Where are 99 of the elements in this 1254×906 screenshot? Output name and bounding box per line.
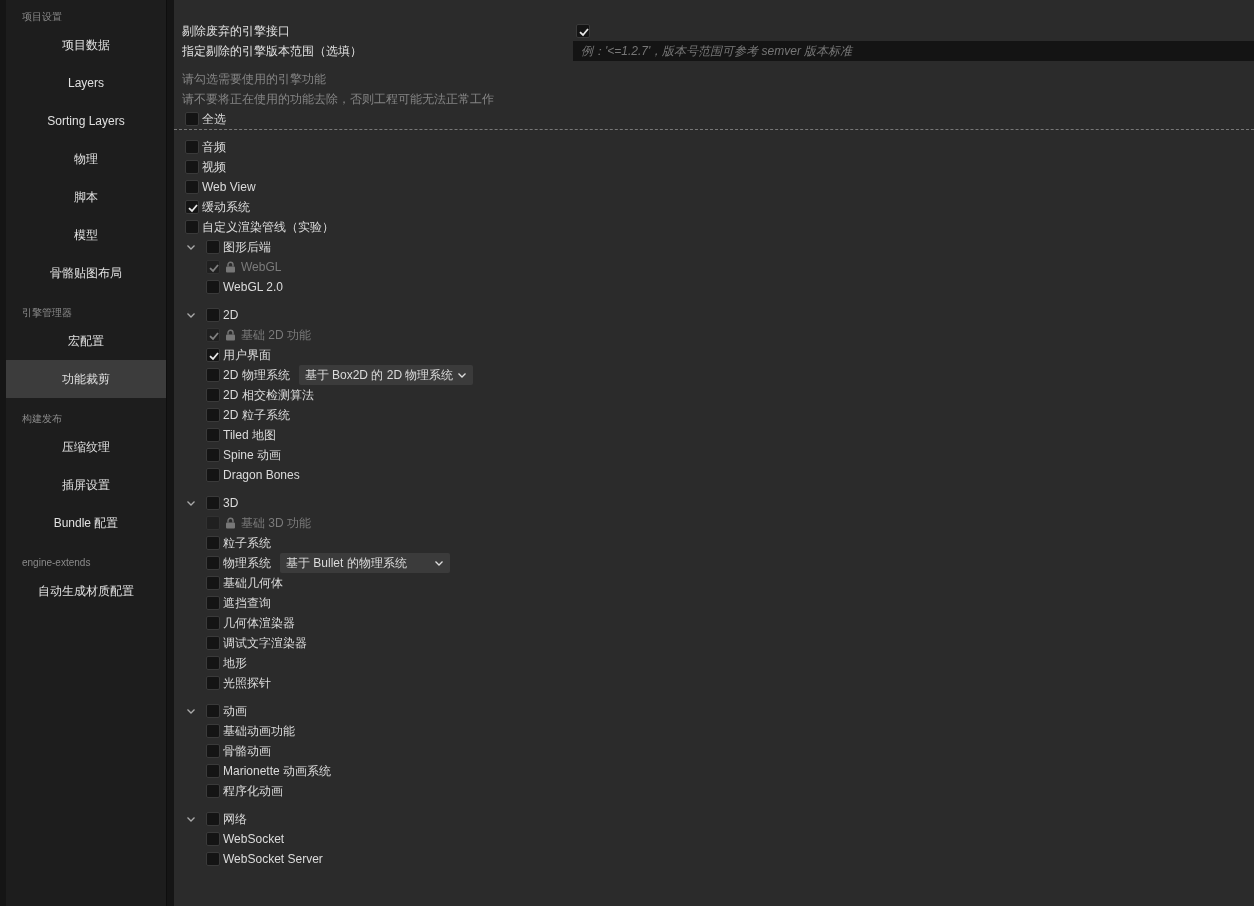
checkbox[interactable] bbox=[576, 24, 590, 38]
sidebar-item[interactable]: Bundle 配置 bbox=[6, 504, 166, 542]
checkbox[interactable] bbox=[206, 388, 220, 402]
sidebar-item[interactable]: 项目数据 bbox=[6, 26, 166, 64]
checkbox[interactable] bbox=[206, 308, 220, 322]
checkbox[interactable] bbox=[206, 428, 220, 442]
feature-label: 基础几何体 bbox=[223, 574, 283, 592]
feature-label: WebSocket bbox=[223, 832, 285, 846]
group-label: 图形后端 bbox=[223, 238, 271, 256]
checkbox[interactable] bbox=[206, 576, 220, 590]
lock-icon bbox=[225, 261, 236, 273]
feature-label: 用户界面 bbox=[223, 346, 271, 364]
sidebar-item[interactable]: 功能裁剪 bbox=[6, 360, 166, 398]
feature-label: 视频 bbox=[202, 158, 226, 176]
feature-label: Marionette 动画系统 bbox=[223, 762, 332, 780]
hint-text: 请不要将正在使用的功能去除，否则工程可能无法正常工作 bbox=[182, 92, 494, 106]
group-label: 3D bbox=[223, 496, 239, 510]
sidebar-item[interactable]: 插屏设置 bbox=[6, 466, 166, 504]
checkbox[interactable] bbox=[206, 368, 220, 382]
feature-label: 音频 bbox=[202, 138, 226, 156]
feature-label: 遮挡查询 bbox=[223, 594, 271, 612]
feature-label: 骨骼动画 bbox=[223, 742, 271, 760]
checkbox[interactable] bbox=[206, 616, 220, 630]
feature-label: 自定义渲染管线（实验） bbox=[202, 218, 334, 236]
checkbox[interactable] bbox=[206, 448, 220, 462]
dropdown[interactable]: 基于 Box2D 的 2D 物理系统 bbox=[298, 365, 474, 385]
group-label: 动画 bbox=[223, 702, 247, 720]
checkbox[interactable] bbox=[206, 408, 220, 422]
sidebar-item[interactable]: Sorting Layers bbox=[6, 102, 166, 140]
checkbox[interactable] bbox=[206, 536, 220, 550]
feature-label: 地形 bbox=[223, 654, 247, 672]
sidebar-item[interactable]: 压缩纹理 bbox=[6, 428, 166, 466]
feature-label: 基础 3D 功能 bbox=[241, 514, 311, 532]
section-header: 项目设置 bbox=[22, 10, 62, 24]
feature-label: 2D 粒子系统 bbox=[223, 406, 290, 424]
chevron-icon bbox=[434, 558, 444, 568]
hint-text: 请勾选需要使用的引擎功能 bbox=[182, 72, 326, 86]
feature-label: 光照探针 bbox=[223, 674, 271, 692]
checkbox[interactable] bbox=[206, 744, 220, 758]
feature-label: WebGL bbox=[241, 260, 282, 274]
checkbox[interactable] bbox=[206, 784, 220, 798]
feature-label: 基础动画功能 bbox=[223, 722, 295, 740]
sidebar-item[interactable]: 宏配置 bbox=[6, 322, 166, 360]
feature-label: 调试文字渲染器 bbox=[223, 634, 307, 652]
feature-label: 程序化动画 bbox=[223, 782, 283, 800]
lock-icon bbox=[225, 517, 236, 529]
checkbox[interactable] bbox=[206, 852, 220, 866]
checkbox[interactable] bbox=[206, 676, 220, 690]
checkbox[interactable] bbox=[206, 596, 220, 610]
feature-label: 缓动系统 bbox=[202, 198, 250, 216]
checkbox[interactable] bbox=[185, 112, 199, 126]
select-all-label: 全选 bbox=[202, 110, 226, 128]
checkbox[interactable] bbox=[206, 496, 220, 510]
feature-label: WebGL 2.0 bbox=[223, 280, 284, 294]
checkbox[interactable] bbox=[206, 724, 220, 738]
feature-label: 2D 相交检测算法 bbox=[223, 386, 314, 404]
checkbox[interactable] bbox=[206, 240, 220, 254]
checkbox[interactable] bbox=[206, 656, 220, 670]
checkbox[interactable] bbox=[206, 704, 220, 718]
sidebar-item[interactable]: Layers bbox=[6, 64, 166, 102]
chevron-icon bbox=[457, 370, 468, 380]
checkbox[interactable] bbox=[206, 812, 220, 826]
checkbox[interactable] bbox=[206, 764, 220, 778]
sidebar-item[interactable]: 脚本 bbox=[6, 178, 166, 216]
checkbox[interactable] bbox=[185, 140, 199, 154]
checkbox[interactable] bbox=[206, 832, 220, 846]
group-label: 2D bbox=[223, 308, 239, 322]
checkbox[interactable] bbox=[206, 348, 220, 362]
setting-label: 指定剔除的引擎版本范围（选填） bbox=[182, 42, 363, 60]
feature-label: 基础 2D 功能 bbox=[241, 326, 311, 344]
feature-label: 2D 物理系统 bbox=[223, 366, 290, 384]
checkbox[interactable] bbox=[206, 636, 220, 650]
checkbox[interactable] bbox=[185, 160, 199, 174]
checkbox[interactable] bbox=[185, 180, 199, 194]
feature-label: Web View bbox=[202, 180, 256, 194]
section-header: 引擎管理器 bbox=[22, 306, 72, 320]
feature-label: 粒子系统 bbox=[223, 534, 271, 552]
feature-label: Tiled 地图 bbox=[223, 426, 276, 444]
checkbox[interactable] bbox=[206, 280, 220, 294]
section-header: 构建发布 bbox=[22, 412, 62, 426]
feature-label: 物理系统 bbox=[223, 554, 271, 572]
sidebar-item[interactable]: 自动生成材质配置 bbox=[6, 572, 166, 610]
sidebar-item[interactable]: 模型 bbox=[6, 216, 166, 254]
lock-icon bbox=[225, 329, 236, 341]
feature-label: Dragon Bones bbox=[223, 468, 300, 482]
checkbox[interactable] bbox=[185, 220, 199, 234]
feature-label: Spine 动画 bbox=[223, 446, 282, 464]
checkbox[interactable] bbox=[185, 200, 199, 214]
feature-label: WebSocket Server bbox=[223, 852, 323, 866]
feature-label: 几何体渲染器 bbox=[223, 614, 295, 632]
setting-label: 剔除废弃的引擎接口 bbox=[182, 22, 291, 40]
checkbox[interactable] bbox=[206, 556, 220, 570]
sidebar-item[interactable]: 物理 bbox=[6, 140, 166, 178]
version-range-field[interactable]: 例：'<=1.2.7'，版本号范围可参考 semver 版本标准 bbox=[573, 41, 1254, 61]
dropdown[interactable]: 基于 Bullet 的物理系统 bbox=[280, 553, 450, 573]
section-header: engine-extends bbox=[22, 556, 91, 570]
checkbox[interactable] bbox=[206, 468, 220, 482]
group-label: 网络 bbox=[223, 810, 247, 828]
sidebar-item[interactable]: 骨骼贴图布局 bbox=[6, 254, 166, 292]
